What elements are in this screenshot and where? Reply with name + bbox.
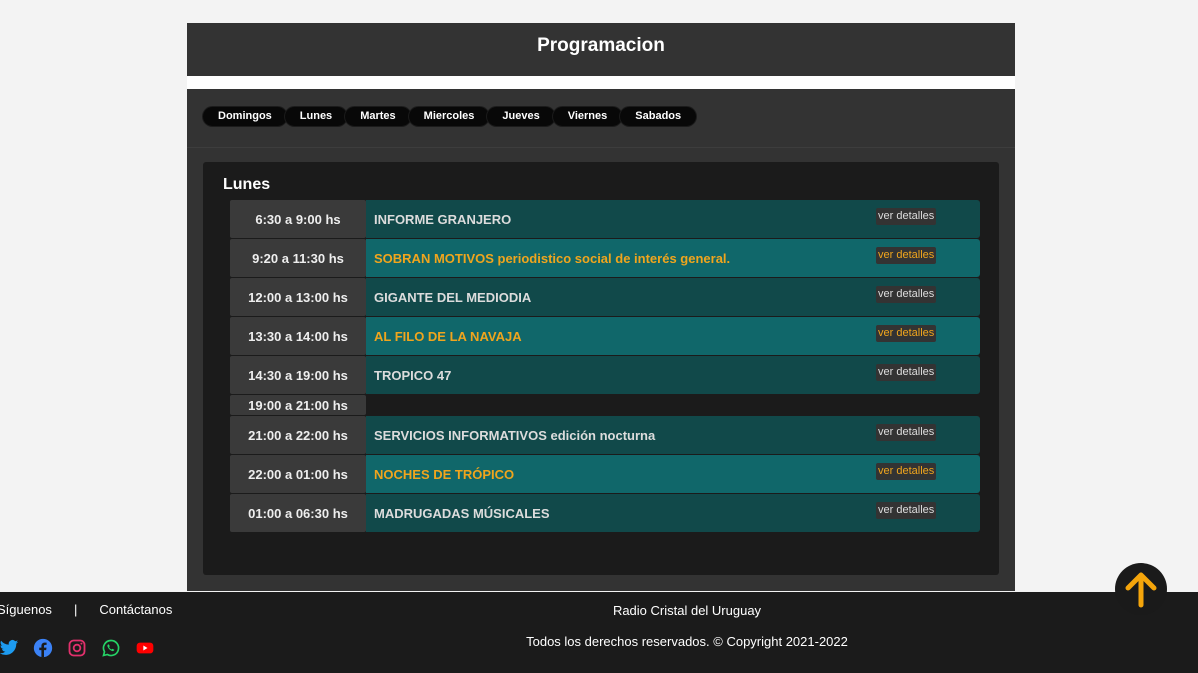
schedule-time: 14:30 a 19:00 hs — [230, 356, 366, 394]
schedule-panel: Programacion Domingos Lunes Martes Mierc… — [187, 23, 1015, 591]
schedule-program: INFORME GRANJERO ver detalles — [366, 200, 980, 238]
tab-miercoles[interactable]: Miercoles — [408, 107, 490, 126]
details-button[interactable]: ver detalles — [876, 208, 937, 225]
social-links — [0, 638, 169, 658]
schedule-row: 22:00 a 01:00 hs NOCHES DE TRÓPICO ver d… — [230, 455, 980, 493]
details-button[interactable]: ver detalles — [876, 502, 937, 519]
schedule-time: 9:20 a 11:30 hs — [230, 239, 366, 277]
schedule-time: 01:00 a 06:30 hs — [230, 494, 366, 532]
schedule-row: 01:00 a 06:30 hs MADRUGADAS MÚSICALES ve… — [230, 494, 980, 532]
schedule-time: 6:30 a 9:00 hs — [230, 200, 366, 238]
footer-copyright: Todos los derechos reservados. © Copyrig… — [526, 634, 848, 649]
panel-header: Programacion — [187, 23, 1015, 77]
tab-lunes[interactable]: Lunes — [284, 107, 348, 126]
details-button[interactable]: ver detalles — [876, 247, 937, 264]
tab-sabados[interactable]: Sabados — [620, 107, 697, 126]
details-button[interactable]: ver detalles — [876, 364, 937, 381]
schedule-row: 21:00 a 22:00 hs SERVICIOS INFORMATIVOS … — [230, 416, 980, 454]
day-schedule: Lunes 6:30 a 9:00 hs INFORME GRANJERO ve… — [203, 162, 999, 575]
program-name: INFORME GRANJERO — [374, 211, 512, 227]
footer-brand: Radio Cristal del Uruguay — [612, 603, 762, 618]
schedule-program: AL FILO DE LA NAVAJA ver detalles — [366, 317, 980, 355]
schedule-row: 6:30 a 9:00 hs INFORME GRANJERO ver deta… — [230, 200, 980, 238]
schedule-program: GIGANTE DEL MEDIODIA ver detalles — [366, 278, 980, 316]
contact-link[interactable]: Contáctanos — [99, 602, 172, 617]
program-name: SOBRAN MOTIVOS periodistico social de in… — [374, 250, 731, 266]
program-name: MADRUGADAS MÚSICALES — [374, 505, 550, 521]
details-button[interactable]: ver detalles — [876, 424, 937, 441]
schedule-row: 14:30 a 19:00 hs TROPICO 47 ver detalles — [230, 356, 980, 394]
youtube-icon[interactable] — [135, 638, 155, 658]
details-button[interactable]: ver detalles — [876, 325, 937, 342]
page-title: Programacion — [537, 35, 665, 56]
details-button[interactable]: ver detalles — [876, 463, 937, 480]
schedule-program: MADRUGADAS MÚSICALES ver detalles — [366, 494, 980, 532]
schedule-time: 13:30 a 14:00 hs — [230, 317, 366, 355]
tab-jueves[interactable]: Jueves — [487, 107, 555, 126]
tab-martes[interactable]: Martes — [345, 107, 411, 126]
program-name: GIGANTE DEL MEDIODIA — [374, 289, 532, 305]
footer-links: Síguenos | Contáctanos — [0, 602, 172, 617]
arrow-up-icon — [1125, 572, 1157, 608]
schedule-program: SOBRAN MOTIVOS periodistico social de in… — [366, 239, 980, 277]
schedule-time: 21:00 a 22:00 hs — [230, 416, 366, 454]
divider — [187, 76, 1015, 89]
schedule-row: 19:00 a 21:00 hs — [230, 395, 980, 415]
footer-separator: | — [73, 602, 78, 617]
footer: Síguenos | Contáctanos Radio Cristal del… — [0, 592, 1198, 673]
program-name: SERVICIOS INFORMATIVOS edición nocturna — [374, 427, 656, 443]
program-name: NOCHES DE TRÓPICO — [374, 466, 515, 482]
schedule-list: 6:30 a 9:00 hs INFORME GRANJERO ver deta… — [230, 200, 980, 533]
program-name: AL FILO DE LA NAVAJA — [374, 328, 522, 344]
whatsapp-icon[interactable] — [101, 638, 121, 658]
instagram-icon[interactable] — [67, 638, 87, 658]
schedule-program: SERVICIOS INFORMATIVOS edición nocturna … — [366, 416, 980, 454]
tab-domingos[interactable]: Domingos — [203, 107, 287, 126]
schedule-row: 13:30 a 14:00 hs AL FILO DE LA NAVAJA ve… — [230, 317, 980, 355]
schedule-time: 19:00 a 21:00 hs — [230, 395, 366, 415]
schedule-row: 12:00 a 13:00 hs GIGANTE DEL MEDIODIA ve… — [230, 278, 980, 316]
schedule-time: 22:00 a 01:00 hs — [230, 455, 366, 493]
facebook-icon[interactable] — [33, 638, 53, 658]
schedule-row: 9:20 a 11:30 hs SOBRAN MOTIVOS periodist… — [230, 239, 980, 277]
schedule-time: 12:00 a 13:00 hs — [230, 278, 366, 316]
tab-viernes[interactable]: Viernes — [552, 107, 623, 126]
schedule-program: TROPICO 47 ver detalles — [366, 356, 980, 394]
follow-link[interactable]: Síguenos — [0, 602, 52, 617]
scroll-to-top-button[interactable] — [1115, 563, 1167, 615]
details-button[interactable]: ver detalles — [876, 286, 937, 303]
day-tabs: Domingos Lunes Martes Miercoles Jueves V… — [203, 107, 697, 126]
schedule-program: NOCHES DE TRÓPICO ver detalles — [366, 455, 980, 493]
twitter-icon[interactable] — [0, 638, 19, 658]
day-tabs-bar: Domingos Lunes Martes Miercoles Jueves V… — [187, 89, 1015, 148]
day-title: Lunes — [223, 176, 271, 193]
program-name: TROPICO 47 — [374, 367, 452, 383]
